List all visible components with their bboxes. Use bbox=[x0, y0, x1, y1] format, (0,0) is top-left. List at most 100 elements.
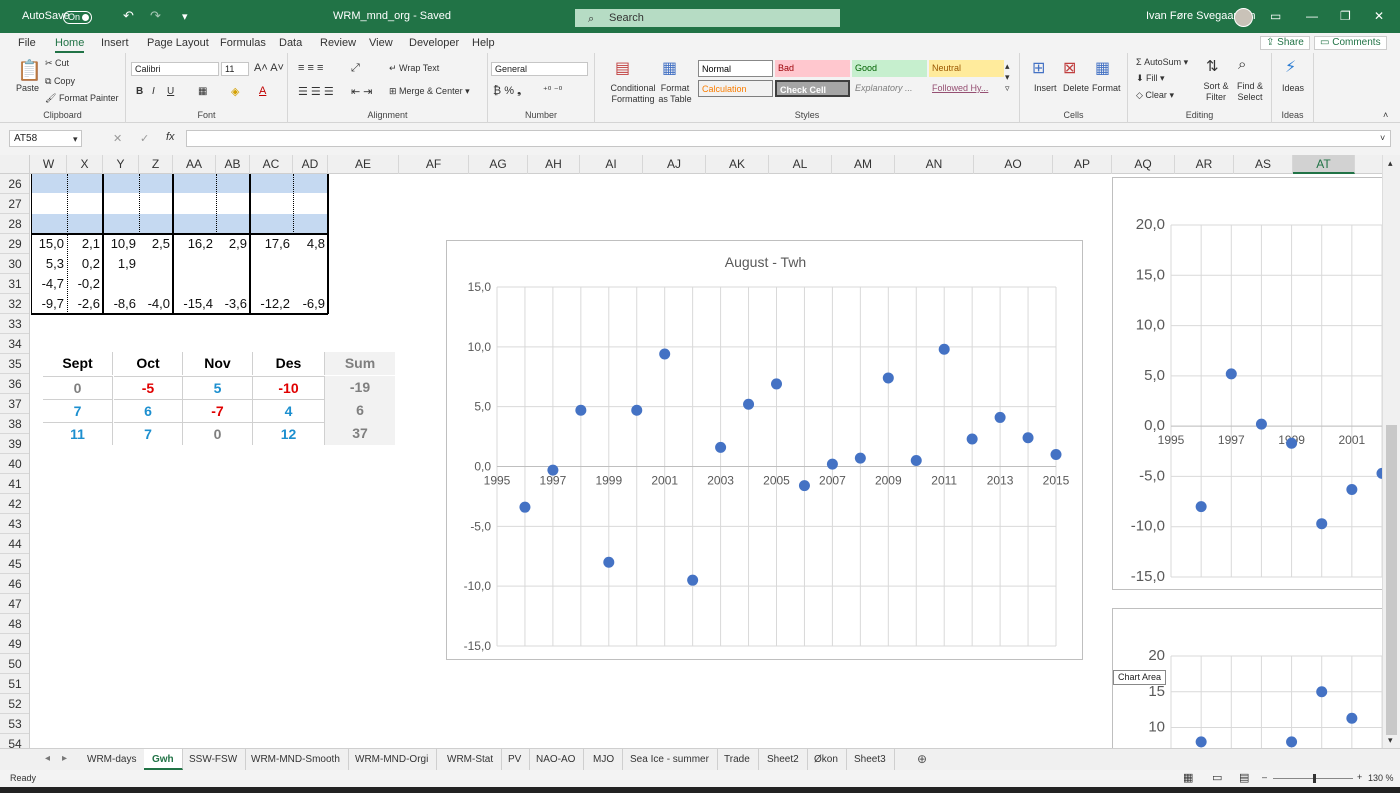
data-point[interactable] bbox=[771, 378, 782, 390]
menu-file[interactable]: File bbox=[18, 37, 36, 49]
month-header-nov[interactable]: Nov bbox=[183, 352, 253, 375]
month-value[interactable]: 0 bbox=[43, 376, 113, 399]
grow-font-icon[interactable]: A˄ A˅ bbox=[254, 62, 284, 74]
month-value[interactable]: 11 bbox=[43, 422, 113, 445]
format-as-table-button[interactable]: Format as Table bbox=[655, 83, 695, 105]
data-point[interactable] bbox=[603, 556, 615, 568]
format-cells-icon[interactable]: ▦ bbox=[1095, 58, 1110, 78]
borders-icon[interactable]: ▦ bbox=[198, 86, 207, 97]
data-point[interactable] bbox=[1195, 501, 1207, 513]
col-header-as[interactable]: AS bbox=[1234, 155, 1293, 174]
style-normal[interactable]: Normal bbox=[698, 60, 773, 77]
style-check-cell[interactable]: Check Cell bbox=[775, 80, 850, 97]
name-box-dropdown-icon[interactable]: ▾ bbox=[73, 134, 78, 145]
col-header-z[interactable]: Z bbox=[139, 155, 173, 174]
cell-ab32[interactable]: -3,6 bbox=[216, 294, 250, 314]
col-header-al[interactable]: AL bbox=[769, 155, 832, 174]
row-header-48[interactable]: 48 bbox=[0, 614, 29, 634]
row-header-32[interactable]: 32 bbox=[0, 294, 29, 314]
fill-button[interactable]: ⬇ Fill ▾ bbox=[1136, 73, 1165, 84]
row-header-51[interactable]: 51 bbox=[0, 674, 29, 694]
style-explanatory[interactable]: Explanatory ... bbox=[852, 80, 927, 97]
expand-formula-icon[interactable]: ˅ bbox=[1380, 133, 1385, 143]
data-point[interactable] bbox=[575, 404, 587, 416]
row-header-44[interactable]: 44 bbox=[0, 534, 29, 554]
data-point[interactable] bbox=[1346, 712, 1358, 724]
sheet-tab[interactable]: Sheet2 bbox=[759, 749, 808, 770]
row-header-49[interactable]: 49 bbox=[0, 634, 29, 654]
data-point[interactable] bbox=[854, 452, 866, 464]
insert-button[interactable]: Insert bbox=[1034, 83, 1057, 93]
month-header-des[interactable]: Des bbox=[253, 352, 325, 375]
cell-ac32[interactable]: -12,2 bbox=[250, 294, 293, 314]
month-value[interactable]: 12 bbox=[253, 422, 325, 445]
data-point[interactable] bbox=[882, 372, 894, 384]
row-header-37[interactable]: 37 bbox=[0, 394, 29, 414]
qat-customize-icon[interactable]: ▾ bbox=[182, 10, 188, 23]
cell-ad32[interactable]: -6,9 bbox=[293, 294, 328, 314]
row-header-54[interactable]: 54 bbox=[0, 734, 29, 748]
insert-cells-icon[interactable]: ⊞ bbox=[1032, 58, 1045, 78]
cell-aa29[interactable]: 16,2 bbox=[173, 234, 216, 254]
autosum-button[interactable]: Σ AutoSum ▾ bbox=[1136, 57, 1188, 68]
italic-button[interactable]: I bbox=[152, 86, 155, 97]
zoom-in-icon[interactable]: + bbox=[1357, 772, 1362, 782]
collapse-ribbon-icon[interactable]: ˄ bbox=[1383, 110, 1388, 120]
data-point[interactable] bbox=[547, 464, 559, 476]
row-header-38[interactable]: 38 bbox=[0, 414, 29, 434]
data-point[interactable] bbox=[798, 480, 810, 492]
ideas-button[interactable]: Ideas bbox=[1282, 83, 1304, 93]
sheet-tab[interactable]: Sheet3 bbox=[846, 749, 895, 770]
col-header-ai[interactable]: AI bbox=[580, 155, 643, 174]
col-header-am[interactable]: AM bbox=[832, 155, 895, 174]
row-header-29[interactable]: 29 bbox=[0, 234, 29, 254]
data-point[interactable] bbox=[631, 404, 643, 416]
col-header-aq[interactable]: AQ bbox=[1112, 155, 1175, 174]
search-box[interactable]: ⌕ Search bbox=[575, 9, 840, 27]
indent-icon[interactable]: ⇤ ⇥ bbox=[351, 85, 373, 98]
cell-ac29[interactable]: 17,6 bbox=[250, 234, 293, 254]
row-header-28[interactable]: 28 bbox=[0, 214, 29, 234]
sheet-tab[interactable]: PV bbox=[500, 749, 531, 770]
decimal-icon[interactable]: ⁺⁰ ⁻⁰ bbox=[543, 85, 562, 96]
cell-w30[interactable]: 5,3 bbox=[31, 254, 67, 274]
data-point[interactable] bbox=[519, 501, 531, 513]
month-value[interactable]: 0 bbox=[183, 422, 253, 445]
cell-y32[interactable]: -8,6 bbox=[103, 294, 139, 314]
cell-x30[interactable]: 0,2 bbox=[67, 254, 103, 274]
zoom-slider-thumb[interactable] bbox=[1313, 774, 1316, 783]
month-value[interactable]: -19 bbox=[325, 376, 395, 399]
scroll-thumb[interactable] bbox=[1386, 425, 1397, 735]
share-button[interactable]: ⇪ Share bbox=[1260, 36, 1310, 50]
insert-function-icon[interactable]: fx bbox=[166, 131, 175, 143]
month-value[interactable]: -5 bbox=[114, 376, 183, 399]
page-layout-view-icon[interactable]: ▭ bbox=[1212, 771, 1222, 784]
cell-z32[interactable]: -4,0 bbox=[139, 294, 173, 314]
month-value[interactable]: 7 bbox=[114, 422, 183, 445]
scroll-down-icon[interactable]: ▾ bbox=[1388, 735, 1393, 746]
ideas-icon[interactable]: ⚡ bbox=[1285, 57, 1296, 77]
row-header-27[interactable]: 27 bbox=[0, 194, 29, 214]
col-header-y[interactable]: Y bbox=[103, 155, 139, 174]
col-header-af[interactable]: AF bbox=[399, 155, 469, 174]
month-value[interactable]: 4 bbox=[253, 399, 325, 422]
sheet-tab[interactable]: WRM-Stat bbox=[439, 749, 503, 770]
orientation-icon[interactable]: ⤢ bbox=[351, 62, 360, 75]
font-size-select[interactable]: 11 bbox=[221, 62, 249, 76]
copy-button[interactable]: ⧉ Copy bbox=[45, 76, 75, 87]
zoom-out-icon[interactable]: – bbox=[1262, 772, 1267, 782]
row-header-30[interactable]: 30 bbox=[0, 254, 29, 274]
month-header-sum[interactable]: Sum bbox=[325, 352, 395, 375]
data-point[interactable] bbox=[1286, 437, 1298, 449]
data-point[interactable] bbox=[1316, 518, 1328, 530]
style-good[interactable]: Good bbox=[852, 60, 927, 77]
format-button[interactable]: Format bbox=[1092, 83, 1121, 93]
close-icon[interactable]: ✕ bbox=[1374, 9, 1384, 23]
cell-ad29[interactable]: 4,8 bbox=[293, 234, 328, 254]
month-value[interactable]: 6 bbox=[325, 399, 395, 422]
sheet-tab[interactable]: SSW-FSW bbox=[181, 749, 247, 770]
style-calculation[interactable]: Calculation bbox=[698, 80, 773, 97]
cell-x32[interactable]: -2,6 bbox=[67, 294, 103, 314]
row-header-52[interactable]: 52 bbox=[0, 694, 29, 714]
data-point[interactable] bbox=[743, 398, 755, 410]
